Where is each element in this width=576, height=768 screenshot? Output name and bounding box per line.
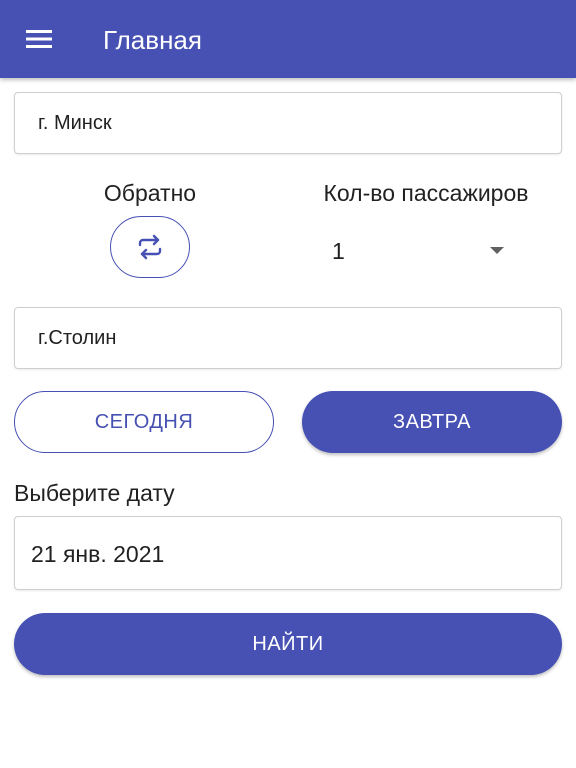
- passengers-select[interactable]: 1: [318, 226, 518, 278]
- today-button[interactable]: СЕГОДНЯ: [14, 391, 274, 453]
- destination-input[interactable]: [15, 308, 561, 368]
- hamburger-menu-icon: [26, 30, 52, 48]
- app-bar: Главная: [0, 0, 576, 78]
- passengers-value: 1: [332, 238, 345, 264]
- tomorrow-button[interactable]: ЗАВТРА: [302, 391, 562, 453]
- date-label: Выберите дату: [14, 480, 175, 506]
- origin-input[interactable]: [15, 93, 561, 153]
- swap-button[interactable]: [110, 216, 190, 278]
- passengers-label: Кол-во пассажиров: [323, 180, 529, 206]
- menu-button[interactable]: [18, 22, 60, 56]
- find-button[interactable]: НАЙТИ: [14, 613, 562, 675]
- origin-field[interactable]: [14, 92, 562, 154]
- date-field[interactable]: 21 янв. 2021: [14, 516, 562, 590]
- dropdown-caret-icon: [490, 247, 504, 254]
- page-title: Главная: [103, 25, 202, 55]
- destination-field[interactable]: [14, 307, 562, 369]
- swap-arrows-icon: [138, 234, 162, 260]
- swap-label: Обратно: [103, 180, 197, 206]
- date-value: 21 янв. 2021: [31, 541, 165, 567]
